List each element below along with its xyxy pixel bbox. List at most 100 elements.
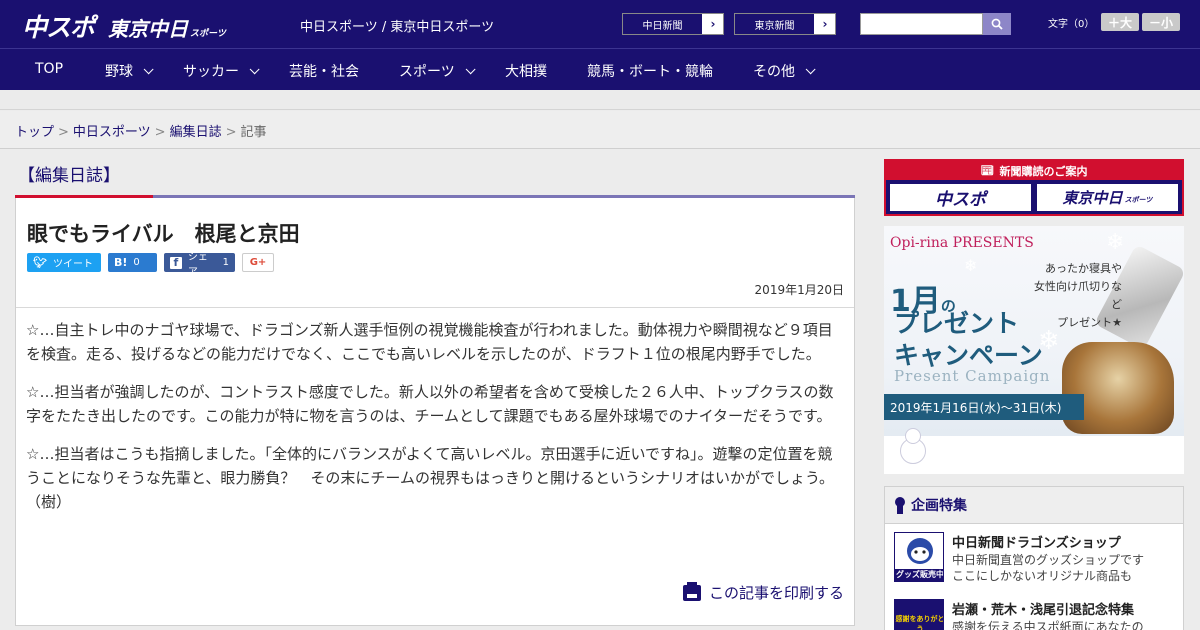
banner-promo-line: プレゼント★ (1057, 316, 1122, 329)
nav-item-label: 芸能・社会 (289, 64, 359, 80)
article: 眼でもライバル 根尾と京田 🐦︎ ツイート B! 0 f シェア 1 G+ 20… (15, 198, 855, 626)
site-header: 中スポ 東京中日 スポーツ 中日スポーツ / 東京中日スポーツ 中日新聞 › 東… (0, 0, 1200, 48)
nav-item-racing[interactable]: 競馬・ボート・競輪 (587, 61, 713, 81)
breadcrumb-current: 記事 (240, 125, 267, 140)
banner-title-line1: プレゼント (894, 309, 1020, 338)
present-campaign-banner[interactable]: ❄ ❄ ❄ Opi-rina PRESENTS あったか寝具や 女性向け爪切りな… (884, 226, 1184, 474)
subscribe-tokyo-chunichi-text: 東京中日 (1062, 189, 1123, 207)
search-icon (991, 18, 1003, 30)
dragons-shop-thumbnail: グッズ販売中 (894, 532, 944, 582)
thumb-caption: グッズ販売中 (896, 570, 944, 579)
gplus-icon: G+ (249, 257, 267, 268)
banner-promo-line: 女性向け爪切りなど (1034, 280, 1122, 311)
article-paragraph: ☆…担当者が強調したのが、コントラスト感度でした。新人以外の希望者を含めて受検し… (26, 383, 834, 425)
feature-desc-line: 感謝を伝える中スポ紙面にあなたの (952, 620, 1144, 630)
snowflake-icon: ❄ (964, 256, 978, 275)
breadcrumb-link-top[interactable]: トップ (15, 125, 54, 140)
feature-item-desc: 中日新聞直営のグッズショップです ここにしかないオリジナル商品も (952, 552, 1144, 584)
tweet-button[interactable]: 🐦︎ ツイート (27, 253, 101, 272)
twitter-icon: 🐦︎ (33, 256, 47, 269)
nav-item-other[interactable]: その他 (753, 61, 816, 81)
subscription-box[interactable]: 📰︎ 新聞購読のご案内 中スポ 東京中日 スポーツ (884, 159, 1184, 216)
nav-item-baseball[interactable]: 野球 (105, 61, 154, 81)
facebook-label: シェア (187, 251, 208, 278)
printer-icon (682, 581, 701, 601)
cushion-image (1062, 342, 1174, 434)
breadcrumb-separator: > (58, 125, 69, 140)
nav-item-soccer[interactable]: サッカー (183, 61, 260, 81)
banner-promo-line: あったか寝具や (1045, 262, 1122, 275)
subscribe-tokyo-chunichi-logo[interactable]: 東京中日 スポーツ (1036, 183, 1179, 212)
article-header: 眼でもライバル 根尾と京田 🐦︎ ツイート B! 0 f シェア 1 G+ 20… (16, 198, 854, 308)
ad-band (0, 90, 1200, 110)
snowflake-icon: ❄ (1106, 230, 1125, 255)
snowman-icon (898, 428, 926, 464)
nav-item-sports[interactable]: スポーツ (399, 61, 476, 81)
facebook-share-button[interactable]: f シェア 1 (164, 252, 235, 278)
nav-item-sumo[interactable]: 大相撲 (505, 61, 547, 81)
nav-item-label: 競馬・ボート・競輪 (587, 64, 713, 80)
nav-item-label: サッカー (183, 64, 239, 80)
font-size-decrease-button[interactable]: －小 (1142, 13, 1180, 31)
logo-tokyo-chunichi: 東京中日 (108, 17, 189, 41)
banner-subtitle: Present Campaign (894, 367, 1051, 385)
snow-ground (884, 436, 1184, 474)
banner-promo: あったか寝具や 女性向け爪切りなど プレゼント★ (1034, 260, 1122, 332)
article-title: 眼でもライバル 根尾と京田 (27, 222, 300, 246)
chevron-down-icon (465, 63, 476, 74)
article-date: 2019年1月20日 (754, 283, 844, 297)
nav-item-top[interactable]: TOP (35, 61, 63, 77)
breadcrumb-link-chunichi-sports[interactable]: 中日スポーツ (73, 125, 151, 140)
facebook-icon: f (170, 256, 182, 269)
banner-dates: 2019年1月16日(水)～31日(木) (884, 394, 1084, 420)
newspaper-icon: 📰︎ (980, 164, 995, 177)
chevron-down-icon (249, 63, 260, 74)
subscribe-chuspo-logo[interactable]: 中スポ (889, 183, 1032, 212)
feature-box: 企画特集 グッズ販売中 中日新聞ドラゴンズショップ 中日新聞直営のグッズショップ… (884, 486, 1184, 630)
logo-sports-small: スポーツ (190, 29, 226, 39)
main-nav: TOP 野球 サッカー 芸能・社会 スポーツ 大相撲 競馬・ボート・競輪 その他 (0, 48, 1200, 90)
breadcrumb: トップ > 中日スポーツ > 編集日誌 > 記事 (0, 111, 1200, 149)
nav-item-label: 野球 (105, 64, 133, 80)
article-body: ☆…自主トレ中のナゴヤ球場で、ドラゴンズ新人選手恒例の視覚機能検査が行われました… (16, 308, 854, 514)
logo-chuspo: 中スポ (22, 13, 95, 42)
gplus-button[interactable]: G+ (242, 253, 274, 272)
feature-item-title: 中日新聞ドラゴンズショップ (952, 536, 1121, 551)
breadcrumb-separator: > (225, 125, 237, 140)
nav-item-label: その他 (753, 64, 795, 80)
section-title: 【編集日誌】 (18, 166, 120, 186)
retirement-thumbnail: 感謝をありがとう (894, 599, 944, 630)
nav-item-label: TOP (35, 61, 64, 77)
feature-heading: 企画特集 (885, 487, 1183, 524)
thumb-caption: 感謝をありがとう (895, 615, 944, 630)
site-logo[interactable]: 中スポ 東京中日 スポーツ (22, 8, 226, 44)
facebook-count: 1 (222, 257, 229, 268)
chevron-down-icon (143, 63, 154, 74)
search-button[interactable] (983, 13, 1011, 35)
chunichi-shimbun-button[interactable]: 中日新聞 › (622, 13, 724, 35)
subscribe-chuspo-text: 中スポ (935, 190, 986, 210)
chunichi-shimbun-label: 中日新聞 (623, 14, 703, 34)
hatena-icon: B! (114, 256, 128, 269)
nav-item-entertainment[interactable]: 芸能・社会 (289, 61, 359, 81)
site-title-link[interactable]: 中日スポーツ / 東京中日スポーツ (300, 16, 494, 35)
feature-desc-line: ここにしかないオリジナル商品も (952, 569, 1133, 583)
font-size-increase-button[interactable]: ＋大 (1101, 13, 1139, 31)
print-label: この記事を印刷する (708, 584, 844, 602)
breadcrumb-link-editorial-diary[interactable]: 編集日誌 (170, 125, 222, 140)
chevron-right-icon: › (822, 17, 828, 31)
search-input[interactable] (860, 13, 983, 35)
hatena-bookmark-button[interactable]: B! 0 (108, 253, 157, 272)
tweet-label: ツイート (52, 259, 93, 270)
medal-icon (895, 496, 905, 514)
tokyo-shimbun-button[interactable]: 東京新聞 › (734, 13, 836, 35)
feature-item-title: 岩瀬・荒木・浅尾引退記念特集 (952, 603, 1135, 618)
nav-item-label: 大相撲 (505, 64, 547, 80)
article-paragraph: ☆…自主トレ中のナゴヤ球場で、ドラゴンズ新人選手恒例の視覚機能検査が行われました… (26, 321, 833, 363)
subscription-heading: 📰︎ 新聞購読のご案内 (886, 161, 1182, 180)
article-paragraph: ☆…担当者はこうも指摘しました。「全体的にバランスがよくて高いレベル。京田選手に… (26, 445, 835, 511)
print-article-link[interactable]: この記事を印刷する (682, 581, 844, 603)
chevron-down-icon (805, 63, 816, 74)
subscription-heading-text: 新聞購読のご案内 (999, 164, 1088, 178)
nav-item-label: スポーツ (399, 64, 455, 80)
